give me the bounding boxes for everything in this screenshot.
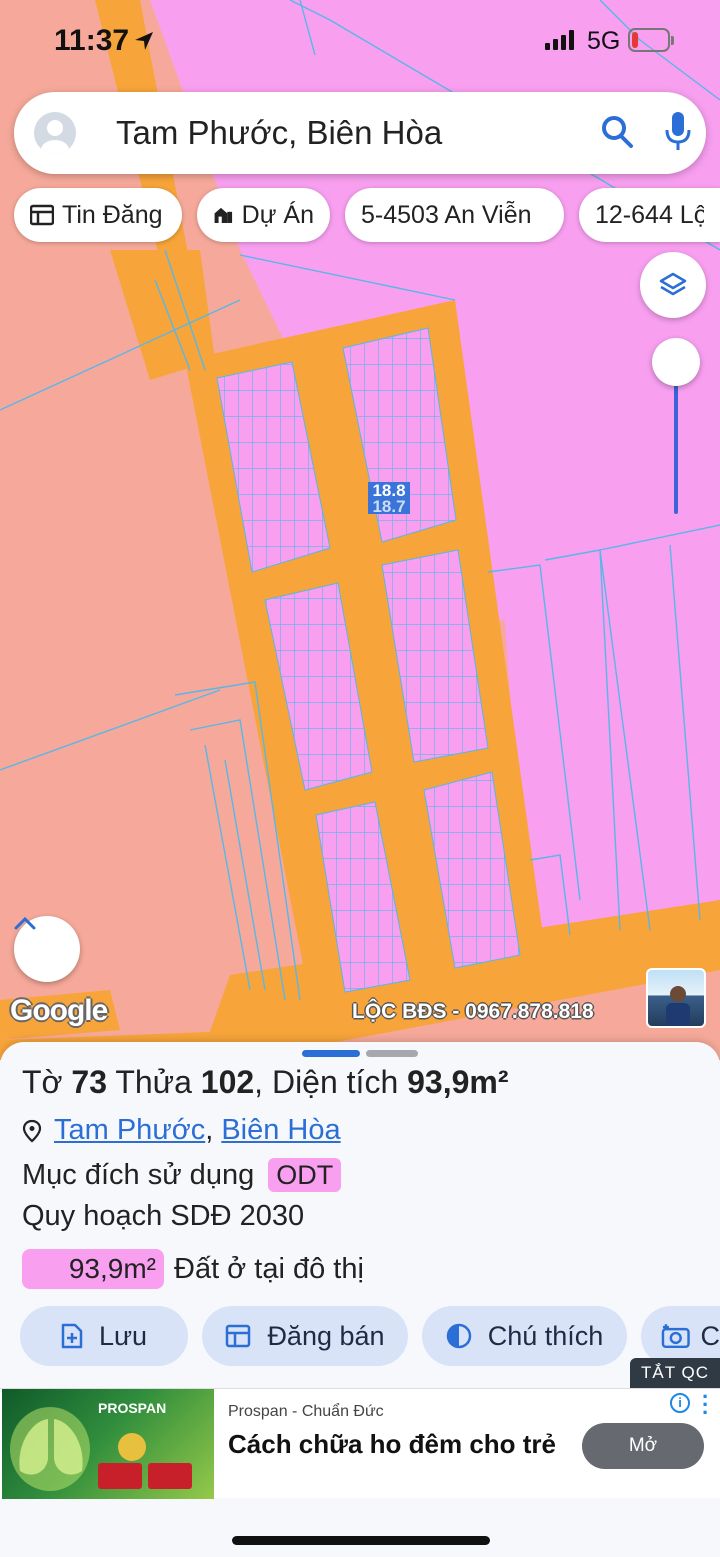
expand-up-button[interactable] xyxy=(14,916,80,982)
network-type: 5G xyxy=(587,27,621,55)
sheet-page-indicator-active[interactable] xyxy=(302,1050,360,1057)
chip-label: 12-644 Lộ xyxy=(595,200,704,229)
parcel-area: 93,9m² xyxy=(407,1064,509,1100)
purpose-code-badge: ODT xyxy=(268,1158,342,1192)
purpose-label: Mục đích sử dụng xyxy=(22,1158,255,1191)
search-query[interactable]: Tam Phước, Biên Hòa xyxy=(116,114,442,152)
chevron-up-icon xyxy=(14,916,36,930)
plan-description: Đất ở tại đô thị xyxy=(174,1252,364,1285)
area-label: , Diện tích xyxy=(254,1064,399,1100)
sheet-page-indicator[interactable] xyxy=(366,1050,418,1057)
layers-icon xyxy=(659,272,687,296)
ad-open-button[interactable]: Mở xyxy=(582,1423,704,1469)
watermark: LỘC BĐS - 0967.878.818 xyxy=(352,1000,594,1023)
save-label: Lưu xyxy=(98,1320,148,1351)
save-button[interactable]: Lưu xyxy=(20,1306,188,1366)
post-sale-button[interactable]: Đăng bán xyxy=(202,1306,408,1366)
ad-info-icon[interactable]: i xyxy=(670,1393,690,1413)
profile-icon xyxy=(41,120,69,154)
sheet-number: 73 xyxy=(71,1064,108,1100)
opacity-slider-track[interactable] xyxy=(674,364,678,514)
plot-number-label[interactable]: 18.8 18.7 xyxy=(368,482,410,516)
ad-headline[interactable]: Cách chữa ho đêm cho trẻ xyxy=(228,1429,556,1460)
commune-link[interactable]: Tam Phước xyxy=(54,1114,205,1147)
location-pin-icon xyxy=(22,1119,42,1142)
signal-icon xyxy=(545,30,574,50)
ad-sponsor[interactable]: Prospan - Chuẩn Đức xyxy=(228,1403,384,1421)
land-use-purpose: Mục đích sử dụng ODT xyxy=(22,1158,342,1192)
zoning-plan-row: 93,9m² Đất ở tại đô thị xyxy=(22,1249,364,1289)
ad-brand-text: PROSPAN xyxy=(98,1400,167,1416)
microphone-icon[interactable] xyxy=(664,110,692,154)
camera-label: C xyxy=(700,1320,720,1351)
chip-label: 5-4503 An Viễn xyxy=(361,200,532,229)
parcel-label: Thửa xyxy=(115,1064,192,1100)
chip-an-vien[interactable]: 5-4503 An Viễn xyxy=(345,188,564,242)
status-time: 11:37 xyxy=(54,24,130,57)
search-bar[interactable]: Tam Phước, Biên Hòa xyxy=(14,92,706,174)
ad-more-icon[interactable]: · · · xyxy=(702,1386,709,1424)
opacity-slider-handle[interactable] xyxy=(652,338,700,386)
post-sale-label: Đăng bán xyxy=(267,1320,385,1351)
street-view-thumbnail[interactable] xyxy=(646,968,706,1028)
location-separator: , xyxy=(205,1114,214,1146)
sheet-label: Tờ xyxy=(22,1064,63,1100)
plan-area-chip: 93,9m² xyxy=(22,1249,164,1289)
home-indicator[interactable] xyxy=(232,1536,490,1545)
google-logo: Google xyxy=(10,994,108,1027)
status-bar: 11:37 5G xyxy=(0,0,720,82)
ad-banner[interactable]: PROSPAN Prospan - Chuẩn Đức Cách chữa ho… xyxy=(0,1386,720,1499)
person-photo-icon xyxy=(666,986,690,1026)
parcel-number: 102 xyxy=(200,1064,255,1100)
parcel-title: Tờ 73 Thửa 102, Diện tích 93,9m² xyxy=(22,1064,509,1101)
contrast-icon xyxy=(446,1323,471,1349)
zoning-plan-label: Quy hoạch SDĐ 2030 xyxy=(22,1200,305,1232)
chip-label: Dự Án xyxy=(241,200,314,229)
chip-du-an[interactable]: Dự Án xyxy=(197,188,330,242)
building-icon xyxy=(214,207,233,223)
avatar[interactable] xyxy=(34,112,76,154)
legend-button[interactable]: Chú thích xyxy=(422,1306,627,1366)
parcel-location: Tam Phước, Biên Hòa xyxy=(22,1114,341,1147)
legend-label: Chú thích xyxy=(487,1320,604,1351)
listing-icon xyxy=(226,1324,251,1348)
camera-button[interactable]: C xyxy=(641,1306,720,1366)
camera-icon xyxy=(661,1324,690,1349)
location-arrow-icon xyxy=(135,32,153,50)
city-link[interactable]: Biên Hòa xyxy=(221,1114,340,1147)
layers-button[interactable] xyxy=(640,252,706,318)
search-icon[interactable] xyxy=(600,112,636,152)
chip-tin-dang[interactable]: Tin Đăng xyxy=(14,188,182,242)
chip-label: Tin Đăng xyxy=(62,200,163,229)
add-file-icon xyxy=(61,1323,83,1349)
listing-icon xyxy=(30,204,54,226)
chip-lo[interactable]: 12-644 Lộ xyxy=(579,188,720,242)
plot-label-bottom: 18.7 xyxy=(372,497,406,516)
battery-icon xyxy=(628,28,674,52)
ad-image[interactable]: PROSPAN xyxy=(2,1389,214,1499)
